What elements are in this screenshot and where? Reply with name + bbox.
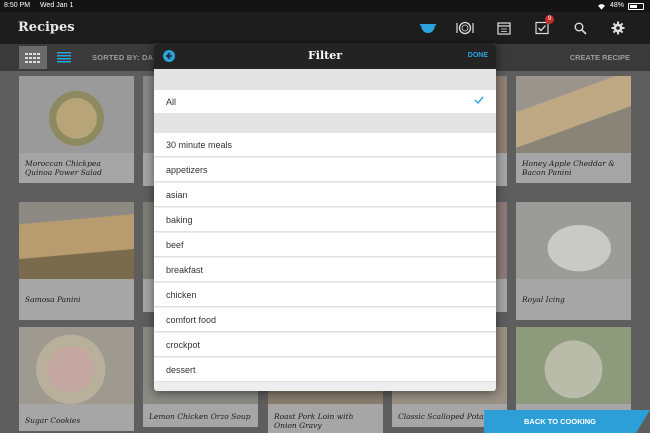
recipe-card[interactable]: Sugar Cookies xyxy=(19,327,134,431)
filter-header: Filter DONE xyxy=(154,43,496,69)
filter-option-label: asian xyxy=(166,190,188,200)
grid-icon xyxy=(25,52,40,63)
wifi-icon xyxy=(597,3,605,10)
filter-option[interactable]: baking xyxy=(154,208,496,232)
mixing-bowl-icon[interactable] xyxy=(418,18,438,38)
calendar-icon[interactable] xyxy=(494,18,514,38)
filter-title: Filter xyxy=(307,49,343,62)
recipe-name: Roast Pork Loin with Onion Gravy xyxy=(274,412,354,430)
recipe-card[interactable]: Moroccan Chickpea Quinoa Power Salad xyxy=(19,76,134,183)
grid-view-button[interactable] xyxy=(19,46,47,69)
recipe-card[interactable]: Samosa Panini xyxy=(19,202,134,320)
battery-icon xyxy=(628,2,644,10)
recipe-card[interactable]: Honey Apple Cheddar & Bacon Panini xyxy=(516,76,631,183)
status-date: Wed Jan 1 xyxy=(40,2,74,9)
sorted-by-label[interactable]: SORTED BY: DA xyxy=(92,53,153,62)
search-icon[interactable] xyxy=(570,18,590,38)
checklist-icon[interactable]: 9 xyxy=(532,15,554,38)
done-button[interactable]: DONE xyxy=(468,52,488,59)
filter-option[interactable]: beef xyxy=(154,233,496,257)
gear-icon[interactable] xyxy=(608,18,628,38)
status-bar: 8:50 PM Wed Jan 1 48% xyxy=(0,0,650,12)
filter-option[interactable]: crockpot xyxy=(154,333,496,357)
filter-option[interactable]: breakfast xyxy=(154,258,496,282)
filter-option-label: baking xyxy=(166,215,193,225)
filter-option-label: dessert xyxy=(166,365,196,375)
filter-option[interactable]: comfort food xyxy=(154,308,496,332)
filter-option[interactable]: 30 minute meals xyxy=(154,133,496,157)
recipe-name: Honey Apple Cheddar & Bacon Panini xyxy=(522,159,615,177)
tab-corner xyxy=(636,410,650,433)
filter-option[interactable]: appetizers xyxy=(154,158,496,182)
plate-icon[interactable] xyxy=(455,18,475,38)
recipe-photo xyxy=(19,202,134,279)
list-view-button[interactable] xyxy=(50,46,78,69)
section-separator xyxy=(154,69,496,90)
back-to-cooking-label: BACK TO COOKING xyxy=(524,417,596,426)
notification-badge: 9 xyxy=(545,15,554,24)
page-title: Recipes xyxy=(18,20,75,35)
section-separator xyxy=(154,114,496,133)
filter-option-label: breakfast xyxy=(166,265,204,275)
recipe-photo xyxy=(516,327,631,404)
filter-option[interactable]: chicken xyxy=(154,283,496,307)
filter-option-label: All xyxy=(166,97,177,107)
recipe-name: Sugar Cookies xyxy=(25,416,81,425)
status-right: 48% xyxy=(597,0,644,12)
list-icon xyxy=(57,52,71,63)
status-time: 8:50 PM xyxy=(4,2,31,9)
recipe-card[interactable]: Royal Icing xyxy=(516,202,631,320)
checkmark-icon xyxy=(474,96,484,104)
recipe-photo xyxy=(516,202,631,279)
filter-option-label: comfort food xyxy=(166,315,217,325)
recipe-name: Royal Icing xyxy=(522,295,565,304)
back-to-cooking-button[interactable]: BACK TO COOKING xyxy=(484,410,650,433)
filter-modal: Filter DONE All 30 minute meals appetize… xyxy=(154,43,496,391)
battery-percent: 48% xyxy=(609,2,624,9)
filter-option-label: 30 minute meals xyxy=(166,140,233,150)
filter-option-all[interactable]: All xyxy=(154,90,496,114)
recipe-photo xyxy=(19,327,134,404)
recipe-photo xyxy=(516,76,631,153)
recipe-name: Moroccan Chickpea Quinoa Power Salad xyxy=(25,159,102,177)
recipe-name: Samosa Panini xyxy=(25,295,81,304)
create-recipe-button[interactable]: CREATE RECIPE xyxy=(570,53,630,62)
filter-option-label: chicken xyxy=(166,290,197,300)
filter-option-label: beef xyxy=(166,240,184,250)
nav-bar: Recipes 9 xyxy=(0,12,650,44)
recipe-name: Lemon Chicken Orzo Soup xyxy=(149,412,251,421)
filter-option[interactable]: dessert xyxy=(154,358,496,382)
recipe-photo xyxy=(19,76,134,153)
filter-option-label: appetizers xyxy=(166,165,208,175)
filter-option[interactable]: asian xyxy=(154,183,496,207)
filter-option-label: crockpot xyxy=(166,340,201,350)
